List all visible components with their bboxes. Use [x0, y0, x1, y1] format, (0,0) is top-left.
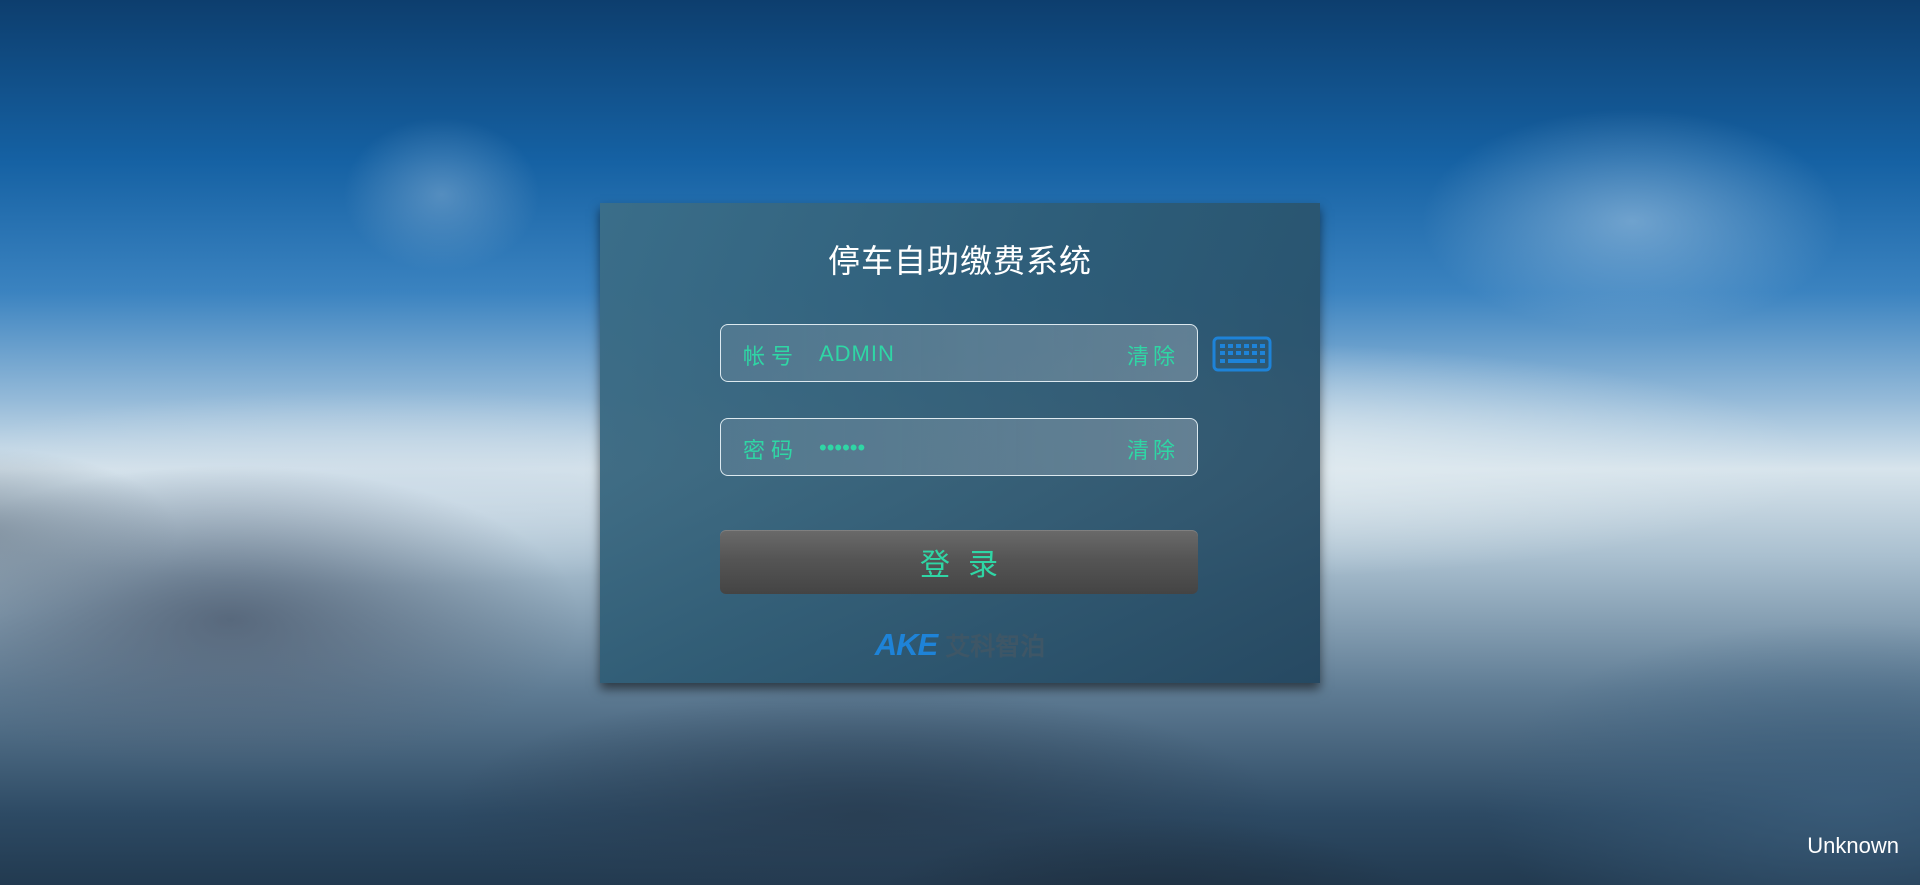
brand-logo-text: 艾科智泊: [945, 632, 1046, 661]
account-field[interactable]: 帐号 清除: [720, 324, 1198, 382]
page-title: 停车自助缴费系统: [827, 242, 1092, 280]
password-input[interactable]: [819, 434, 1109, 462]
keyboard-icon[interactable]: [1212, 336, 1272, 372]
brand-logo: AKE 艾科智泊: [600, 627, 1320, 662]
account-input[interactable]: [819, 340, 1109, 368]
password-clear-button[interactable]: 清除: [1127, 433, 1179, 465]
account-label: 帐号: [743, 345, 800, 370]
password-field[interactable]: 密码 清除: [720, 418, 1198, 476]
account-clear-button[interactable]: 清除: [1127, 339, 1179, 371]
status-text: Unknown: [1807, 833, 1899, 858]
brand-logo-mark: AKE: [874, 627, 938, 662]
login-button[interactable]: 登录: [720, 530, 1198, 594]
password-label: 密码: [743, 439, 800, 464]
login-panel: 停车自助缴费系统 帐号 清除 密码 清除 登录: [600, 203, 1320, 683]
